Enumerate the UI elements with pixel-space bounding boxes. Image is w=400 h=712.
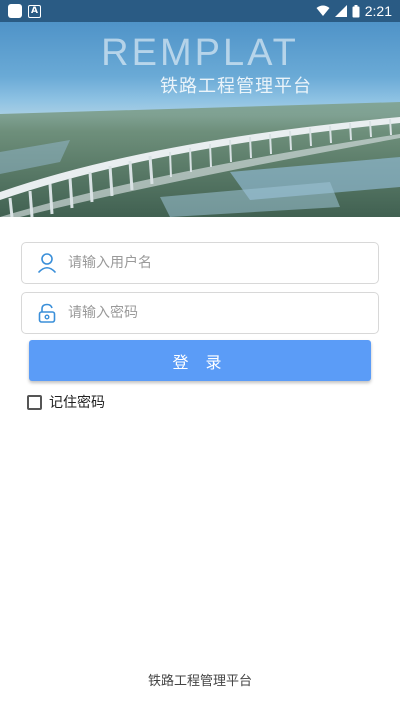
status-bar: A 2:21 [0, 0, 400, 22]
user-icon [37, 253, 57, 274]
header-banner: REMPLAT 铁路工程管理平台 [0, 22, 400, 217]
password-input[interactable] [68, 293, 378, 333]
a-notification-icon: A [28, 4, 41, 18]
signal-icon [334, 5, 347, 17]
login-button[interactable]: 登 录 [29, 340, 371, 381]
lock-icon [38, 303, 56, 323]
brand-title: REMPLAT [101, 32, 299, 74]
app-notification-icon [8, 4, 22, 18]
battery-icon [352, 4, 360, 17]
password-field[interactable] [21, 292, 379, 334]
remember-password[interactable]: 记住密码 [27, 392, 105, 412]
username-input[interactable] [68, 243, 378, 283]
footer-text: 铁路工程管理平台 [147, 674, 252, 689]
brand-subtitle: 铁路工程管理平台 [160, 76, 312, 97]
username-field[interactable] [21, 242, 379, 284]
remember-checkbox[interactable] [27, 394, 42, 410]
remember-label: 记住密码 [49, 395, 105, 411]
status-time: 2:21 [364, 3, 392, 19]
wifi-icon [316, 5, 330, 16]
